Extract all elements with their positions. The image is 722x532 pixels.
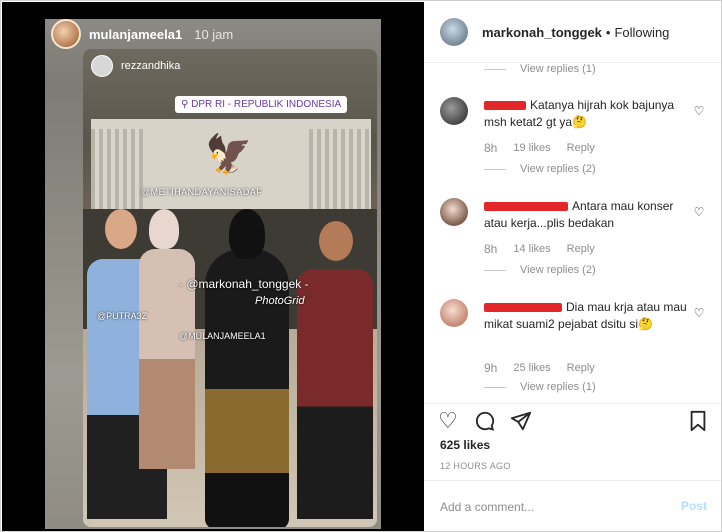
view-replies[interactable]: View replies (2) <box>484 264 596 276</box>
story-avatar <box>51 19 81 49</box>
story-screenshot: mulanjameela1 10 jam 🦅 rezzandhika ⚲ DPR… <box>45 19 381 529</box>
person-red-batik-head <box>319 221 353 261</box>
comment-text: Katanya hijrah kok bajunya msh ketat2 gt… <box>484 97 690 131</box>
tag-putra: @PUTRA3Z <box>97 311 148 321</box>
paper-plane-icon[interactable] <box>510 410 532 436</box>
comment-meta: 9h 25 likes Reply <box>484 361 595 375</box>
view-replies-label: View replies (1) <box>520 381 596 393</box>
commenter-avatar[interactable] <box>440 97 468 125</box>
location-pin-icon: ⚲ <box>181 99 189 110</box>
tag-meti: @METIHANDAYANISADAF <box>141 187 263 197</box>
bookmark-icon[interactable] <box>688 410 708 436</box>
author-avatar[interactable] <box>440 18 468 46</box>
follow-button[interactable]: Following <box>614 25 669 40</box>
location-text: DPR RI - REPUBLIK INDONESIA <box>191 99 342 110</box>
tag-markonah: - @markonah_tonggek - <box>179 277 309 291</box>
comment-time: 8h <box>484 242 498 256</box>
commenter-avatar[interactable] <box>440 299 468 327</box>
comment-time: 9h <box>484 361 498 375</box>
inner-story-avatar <box>91 55 113 77</box>
likes-count[interactable]: 625 likes <box>440 438 490 452</box>
reposted-story: 🦅 rezzandhika ⚲ DPR RI - REPUBLIK INDONE… <box>83 49 377 527</box>
photogrid-watermark: PhotoGrid <box>255 295 305 307</box>
instagram-post-frame: mulanjameela1 10 jam 🦅 rezzandhika ⚲ DPR… <box>0 0 722 532</box>
add-comment-input[interactable] <box>438 496 662 518</box>
redacted-username[interactable] <box>484 303 562 313</box>
view-replies-label: View replies (1) <box>520 63 596 75</box>
comment-like-heart-icon[interactable]: ♡ <box>693 307 705 319</box>
post-button[interactable]: Post <box>681 499 707 513</box>
comment-likes[interactable]: 14 likes <box>513 243 550 255</box>
add-comment-bar: Post <box>424 480 721 531</box>
comment-time: 8h <box>484 141 498 155</box>
comment-meta: 8h 14 likes Reply <box>484 242 595 256</box>
view-replies[interactable]: View replies (2) <box>484 163 596 175</box>
comment-likes[interactable]: 25 likes <box>513 362 550 374</box>
header-separator: • <box>605 24 611 40</box>
story-header: mulanjameela1 10 jam <box>51 19 233 49</box>
reply-button[interactable]: Reply <box>567 362 595 374</box>
comment-like-heart-icon[interactable]: ♡ <box>693 206 705 218</box>
comments-list[interactable]: View replies (1) Katanya hijrah kok baju… <box>424 63 721 403</box>
person-red-batik <box>297 269 373 519</box>
view-replies-label: View replies (2) <box>520 264 596 276</box>
comment-text: Dia mau krja atau mau mikat suami2 pejab… <box>484 299 690 333</box>
post-sidebar: markonah_tonggek • Following View replie… <box>424 2 721 531</box>
garuda-emblem-icon: 🦅 <box>205 134 253 176</box>
author-username[interactable]: markonah_tonggek <box>482 25 602 40</box>
heart-outline-icon[interactable]: ♡ <box>438 410 458 432</box>
inner-story-header: rezzandhika <box>91 55 180 77</box>
view-replies[interactable]: View replies (1) <box>484 381 596 393</box>
person-black-gold-dress-head <box>229 209 265 259</box>
tag-mulan: @MULANJAMEELA1 <box>179 331 266 341</box>
reply-button[interactable]: Reply <box>567 142 595 154</box>
commenter-avatar[interactable] <box>440 198 468 226</box>
person-hijab-pink-head <box>149 209 179 249</box>
location-sticker: ⚲ DPR RI - REPUBLIK INDONESIA <box>175 96 348 113</box>
story-username: mulanjameela1 <box>89 26 183 42</box>
view-replies-top[interactable]: View replies (1) <box>484 63 596 75</box>
comment-like-heart-icon[interactable]: ♡ <box>693 105 705 117</box>
view-replies-label: View replies (2) <box>520 163 596 175</box>
post-header: markonah_tonggek • Following <box>424 2 721 63</box>
comment-likes[interactable]: 19 likes <box>513 142 550 154</box>
inner-story-username: rezzandhika <box>121 60 181 72</box>
comment-meta: 8h 19 likes Reply <box>484 141 595 155</box>
reply-button[interactable]: Reply <box>567 243 595 255</box>
relief-panel-right <box>309 129 371 209</box>
comment-text: Antara mau konser atau kerja...plis beda… <box>484 198 690 232</box>
comment-bubble-icon[interactable] <box>474 410 496 436</box>
redacted-username[interactable] <box>484 101 526 111</box>
relief-panel-left <box>91 129 143 209</box>
post-timestamp: 12 HOURS AGO <box>440 461 511 471</box>
story-time: 10 jam <box>194 26 234 42</box>
redacted-username[interactable] <box>484 202 568 212</box>
person-blue-shirt-head <box>105 209 137 249</box>
post-media: mulanjameela1 10 jam 🦅 rezzandhika ⚲ DPR… <box>2 2 424 531</box>
